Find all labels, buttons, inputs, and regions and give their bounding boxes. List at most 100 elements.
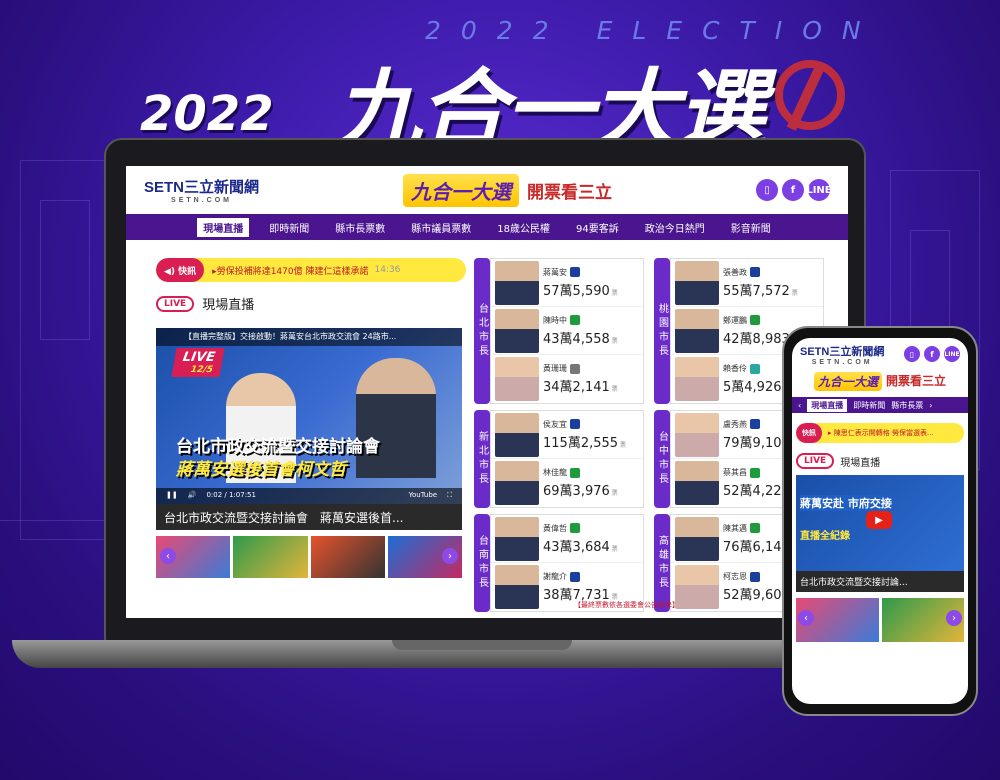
play-pause-icon[interactable]: ❚❚ — [166, 491, 178, 501]
next-arrow-icon[interactable]: › — [946, 610, 962, 626]
hero-year: 2022 — [140, 86, 274, 142]
nav-item-politics[interactable]: 政治今日熱門 — [639, 218, 711, 237]
party-icon — [570, 267, 580, 277]
nav-prev-icon[interactable]: ‹ — [798, 401, 801, 410]
line-icon[interactable]: LINE — [944, 346, 960, 362]
race-label: 台南市長 — [474, 514, 490, 612]
party-icon — [570, 467, 580, 478]
party-icon — [750, 571, 760, 582]
party-icon — [750, 267, 760, 277]
phone-icon[interactable]: ▯ — [904, 346, 920, 362]
candidate-photo — [495, 308, 539, 353]
video-caption-2: 蔣萬安選後首會柯文哲 — [176, 460, 346, 480]
phone-live-header: LIVE 現場直播 — [796, 453, 964, 469]
video-title[interactable]: 【直播完整版】交接啟動！蔣萬安台北市政交流會 24路市... — [156, 328, 462, 346]
youtube-logo[interactable]: YouTube — [409, 491, 437, 501]
race-label: 台中市長 — [654, 410, 670, 508]
phone-nav-item[interactable]: 即時新聞 — [853, 400, 885, 411]
prev-arrow-icon[interactable]: ‹ — [798, 610, 814, 626]
phone-nav-item[interactable]: 縣市長票 — [891, 400, 923, 411]
next-arrow-icon[interactable]: › — [442, 548, 458, 564]
event-slogan: 開票看三立 — [527, 182, 612, 203]
video-thumbnails: ‹ › — [156, 536, 462, 578]
live-badge: LIVE — [156, 295, 195, 312]
video-thumbnail[interactable]: ‹ — [796, 598, 879, 642]
phone-screen: SETN三立新聞網 SETN.COM ▯ f LINE 九合一大選 開票看三立 … — [792, 338, 968, 704]
phone-video-caption-bar[interactable]: 台北市政交流暨交接討論... — [796, 571, 964, 592]
party-icon — [750, 419, 760, 429]
candidate-row[interactable]: 蔣萬安 57萬5,590 票 — [491, 259, 643, 307]
race-column-left: 台北市長 蔣萬安 57萬5,590 票 陳時中 43萬4,558 票 黃珊珊 34萬2,1… — [474, 258, 644, 618]
race-taipei: 台北市長 蔣萬安 57萬5,590 票 陳時中 43萬4,558 票 黃珊珊 34萬2,1… — [474, 258, 644, 404]
live-title: 現場直播 — [202, 298, 255, 313]
event-title: 九合一大選 — [403, 173, 519, 207]
live-section-header: LIVE 現場直播 — [156, 294, 254, 313]
fullscreen-icon[interactable]: ⛶ — [447, 491, 452, 501]
nav-item-video[interactable]: 影音新聞 — [725, 218, 777, 237]
phone-breaking-news[interactable]: 快訊 ▸ 陳思仁表示開轉格 勞保當選表... — [796, 423, 964, 443]
breaking-news-ticker[interactable]: ◀) 快訊 ▸勞保投補將達1470億 陳建仁這樣承諾 14:36 — [156, 258, 466, 282]
video-thumbnail[interactable]: › — [881, 598, 964, 642]
nav-item-council-votes[interactable]: 縣市議員票數 — [405, 218, 477, 237]
youtube-play-icon[interactable]: ▶ — [866, 511, 892, 529]
candidate-photo — [675, 516, 719, 561]
nav-item-94[interactable]: 94要客訴 — [570, 218, 625, 237]
video-thumbnail[interactable]: ‹ — [156, 536, 231, 578]
candidate-row[interactable]: 林佳龍 69萬3,976 票 — [491, 459, 643, 507]
video-controls: ❚❚ 🔊 0:02 / 1:07:51 YouTube ⛶ — [156, 488, 462, 504]
race-new-taipei: 新北市長 侯友宜 115萬2,555 票 林佳龍 69萬3,976 票 — [474, 410, 644, 508]
phone-thumbnails: ‹ › — [796, 598, 964, 642]
site-header: SETN三立新聞網 SETN.COM 九合一大選 開票看三立 ▯ f LINE — [126, 166, 848, 214]
party-icon — [570, 571, 580, 582]
event-banner[interactable]: 九合一大選 開票看三立 — [403, 173, 612, 207]
candidate-photo — [495, 565, 539, 609]
candidate-photo — [495, 516, 539, 561]
phone-news-text[interactable]: ▸ 陳思仁表示開轉格 勞保當選表... — [828, 428, 934, 438]
candidate-row[interactable]: 陳時中 43萬4,558 票 — [491, 307, 643, 355]
video-live-tag: LIVE 12/5 — [171, 348, 225, 377]
phone-nav-item[interactable]: 現場直播 — [807, 398, 848, 412]
nav-next-icon[interactable]: › — [929, 401, 932, 410]
video-caption-bar[interactable]: 台北市政交流暨交接討論會 蔣萬安選後首... — [156, 504, 462, 530]
facebook-icon[interactable]: f — [924, 346, 940, 362]
race-label: 高雄市長 — [654, 514, 670, 612]
line-icon[interactable]: LINE — [806, 179, 832, 201]
party-icon — [750, 467, 760, 478]
candidate-photo — [495, 260, 539, 305]
candidate-row[interactable]: 黃珊珊 34萬2,141 票 — [491, 355, 643, 403]
phone-event-banner[interactable]: 九合一大選 開票看三立 — [792, 372, 968, 391]
candidate-photo — [675, 260, 719, 305]
phone-site-logo[interactable]: SETN三立新聞網 SETN.COM — [800, 343, 884, 366]
race-tainan: 台南市長 黃偉哲 43萬3,684 票 謝龍介 38萬7,731 票 — [474, 514, 644, 612]
candidate-photo — [495, 461, 539, 505]
phone-social-links: ▯ f LINE — [904, 346, 960, 362]
candidate-row[interactable]: 黃偉哲 43萬3,684 票 — [491, 515, 643, 563]
race-label: 桃園市長 — [654, 258, 670, 404]
phone-video-player[interactable]: 蔣萬安赴 市府交接 ▶ 直播全紀錄 — [796, 475, 964, 571]
candidate-row[interactable]: 侯友宜 115萬2,555 票 — [491, 411, 643, 459]
video-thumbnail[interactable] — [310, 536, 385, 578]
site-logo[interactable]: SETN三立新聞網 SETN.COM — [144, 176, 259, 204]
phone-nav: ‹ 現場直播 即時新聞 縣市長票 › — [792, 397, 968, 413]
laptop-frame: SETN三立新聞網 SETN.COM 九合一大選 開票看三立 ▯ f LINE … — [104, 138, 866, 656]
live-video-player[interactable]: 【直播完整版】交接啟動！蔣萬安台北市政交流會 24路市... LIVE 12/5… — [156, 328, 462, 504]
nav-item-youth[interactable]: 18歲公民權 — [491, 218, 556, 237]
video-thumbnail[interactable] — [233, 536, 308, 578]
nav-item-news[interactable]: 即時新聞 — [263, 218, 315, 237]
candidate-row[interactable]: 張善政 55萬7,572 票 — [671, 259, 823, 307]
candidate-photo — [495, 412, 539, 457]
breaking-news-text[interactable]: ▸勞保投補將達1470億 陳建仁這樣承諾 — [212, 264, 368, 277]
nav-item-mayor-votes[interactable]: 縣市長票數 — [329, 218, 391, 237]
video-time: 0:02 / 1:07:51 — [206, 491, 256, 499]
volume-icon[interactable]: 🔊 — [188, 491, 197, 501]
party-icon — [750, 523, 760, 533]
phone-icon[interactable]: ▯ — [755, 179, 778, 201]
party-icon — [570, 419, 580, 429]
video-caption-1: 台北市政交流暨交接討論會 — [176, 437, 380, 457]
candidate-photo — [675, 308, 719, 353]
vote-stamp-icon — [775, 60, 845, 130]
facebook-icon[interactable]: f — [781, 179, 804, 201]
prev-arrow-icon[interactable]: ‹ — [160, 548, 176, 564]
video-thumbnail[interactable]: › — [387, 536, 462, 578]
nav-item-live[interactable]: 現場直播 — [197, 217, 250, 237]
